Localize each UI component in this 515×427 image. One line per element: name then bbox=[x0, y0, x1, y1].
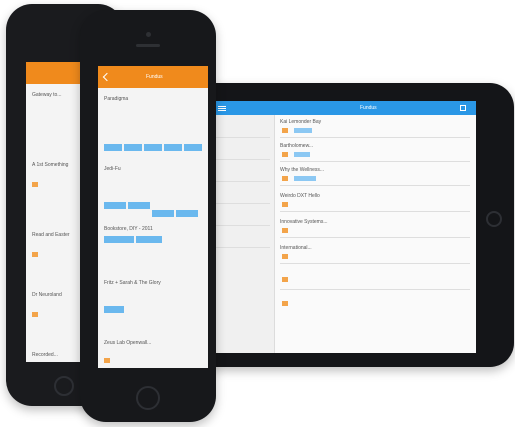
menu-icon[interactable] bbox=[218, 106, 226, 107]
list-item[interactable]: A 1st Something bbox=[32, 162, 68, 168]
list-item[interactable]: Bartholomew... bbox=[280, 143, 313, 149]
tablet-sidebar bbox=[210, 115, 275, 353]
list-item[interactable]: Paradigma bbox=[104, 96, 128, 102]
back-arrow-icon[interactable] bbox=[102, 72, 112, 82]
list-item[interactable]: Bookstore, DIY - 2011 bbox=[104, 226, 153, 232]
tablet-device: Fundus Kai Lemonder Bay Bartholomew... W… bbox=[178, 83, 514, 367]
phone-front-screen: Fundus Paradigma Jedi-Fu Bookstore, DIY … bbox=[98, 66, 208, 368]
phone-front-home-button[interactable] bbox=[136, 386, 160, 410]
edit-icon[interactable] bbox=[460, 105, 466, 111]
tablet-screen: Fundus Kai Lemonder Bay Bartholomew... W… bbox=[210, 101, 476, 353]
tablet-title: Fundus bbox=[360, 105, 377, 111]
phone-back-home-button[interactable] bbox=[54, 376, 74, 396]
list-item[interactable]: Weirdo DXT Hello bbox=[280, 193, 320, 199]
list-item[interactable]: Kai Lemonder Bay bbox=[280, 119, 321, 125]
phone-front-nav: Fundus bbox=[98, 66, 208, 88]
phone-front-device: Fundus Paradigma Jedi-Fu Bookstore, DIY … bbox=[80, 10, 216, 422]
list-item[interactable]: Zeus Lab Openwall... bbox=[104, 340, 151, 346]
list-item[interactable]: International... bbox=[280, 245, 312, 251]
tablet-nav-bar: Fundus bbox=[210, 101, 476, 115]
tablet-home-button[interactable] bbox=[486, 211, 502, 227]
list-item[interactable]: Why the Wellness... bbox=[280, 167, 324, 173]
list-item[interactable]: Innovative Systems... bbox=[280, 219, 328, 225]
phone-front-camera bbox=[146, 32, 151, 37]
phone-title: Fundus bbox=[146, 74, 163, 80]
list-item[interactable]: Read and Easter bbox=[32, 232, 70, 238]
list-item[interactable]: Fritz + Sarah & The Glory bbox=[104, 280, 161, 286]
phone-front-speaker bbox=[136, 44, 160, 47]
list-item[interactable]: Recorded... bbox=[32, 352, 58, 358]
list-item[interactable]: Dr Neuroland bbox=[32, 292, 62, 298]
list-item[interactable]: Jedi-Fu bbox=[104, 166, 121, 172]
list-item[interactable]: Gateway to... bbox=[32, 92, 61, 98]
